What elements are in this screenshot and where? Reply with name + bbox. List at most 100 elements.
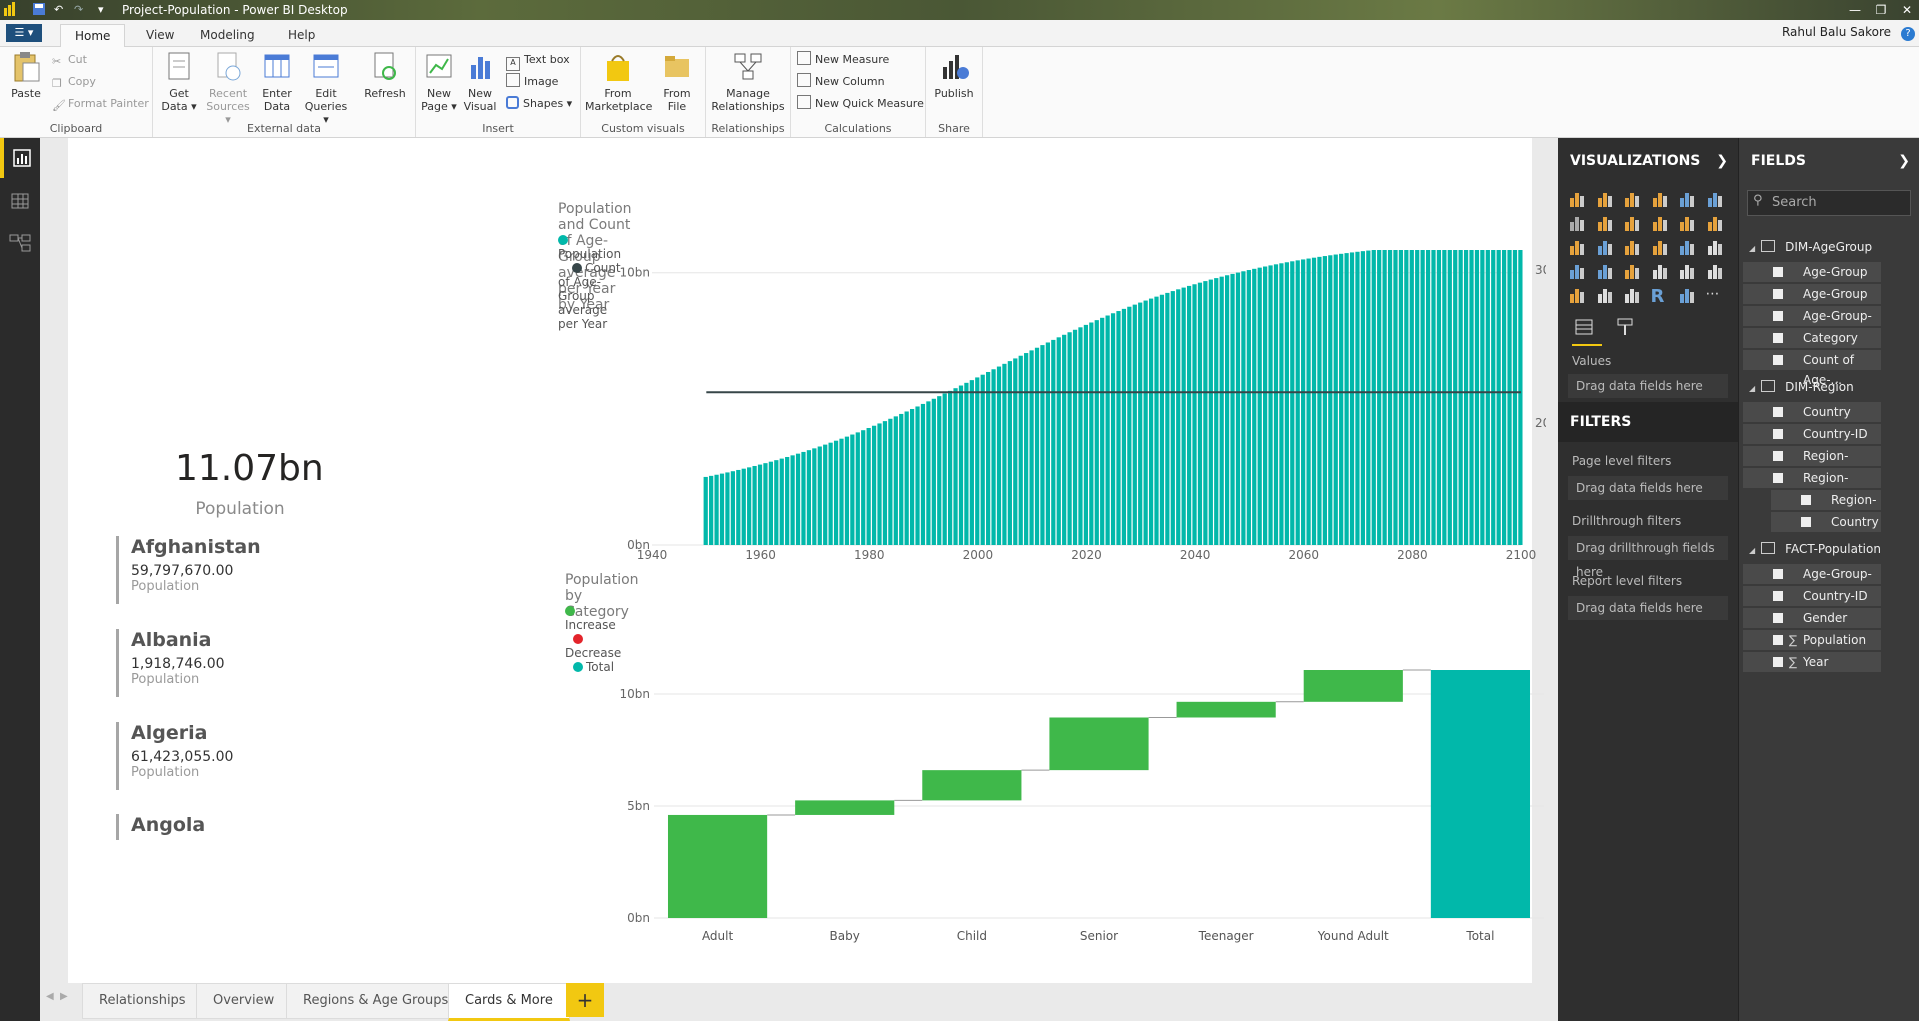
field-item[interactable]: Age-Group -...	[1743, 284, 1881, 321]
matrix-icon[interactable]	[1623, 286, 1643, 306]
user-name[interactable]: Rahul Balu Sakore	[1782, 25, 1891, 39]
paint-roller-icon[interactable]	[1614, 316, 1638, 344]
scroll-right-icon[interactable]: ▶	[60, 991, 68, 1002]
field-checkbox[interactable]	[1773, 267, 1783, 277]
field-item[interactable]: Age-Group-ID	[1743, 564, 1881, 601]
tab-home[interactable]: Home	[60, 24, 126, 48]
data-view-button[interactable]	[0, 182, 40, 222]
tab-help[interactable]: Help	[274, 24, 329, 46]
field-item[interactable]: Country-ID	[1743, 586, 1881, 606]
minimize-button[interactable]: —	[1843, 0, 1867, 20]
new-column-button[interactable]: New Column	[797, 73, 885, 91]
field-item[interactable]: Age-Group	[1743, 262, 1881, 282]
chevron-right-icon[interactable]: ❯	[1898, 138, 1910, 184]
drillthrough-dropzone[interactable]: Drag drillthrough fields here	[1568, 536, 1728, 579]
field-checkbox[interactable]	[1773, 569, 1783, 579]
funnel-icon[interactable]	[1596, 262, 1616, 282]
field-item[interactable]: Gender	[1743, 608, 1881, 628]
field-checkbox[interactable]	[1801, 517, 1811, 527]
pie-icon[interactable]	[1623, 238, 1643, 258]
field-checkbox[interactable]	[1773, 289, 1783, 299]
field-item[interactable]: Region-Name	[1771, 490, 1881, 527]
stacked-bar-icon[interactable]	[1568, 190, 1588, 210]
text-box-button[interactable]: A Text box	[506, 51, 570, 71]
field-table[interactable]: ◢ DIM-AgeGroup	[1749, 236, 1872, 258]
file-menu-button[interactable]: ☰ ▾	[6, 24, 42, 42]
collapse-icon[interactable]: ◢	[1749, 384, 1755, 393]
shapes-button[interactable]: Shapes ▾	[506, 95, 572, 113]
waterfall-icon[interactable]	[1568, 238, 1588, 258]
field-item[interactable]: Country	[1771, 512, 1881, 532]
field-item[interactable]: ∑ Population	[1743, 630, 1881, 650]
card-icon[interactable]	[1651, 262, 1671, 282]
treemap-icon[interactable]	[1678, 238, 1698, 258]
field-checkbox[interactable]	[1773, 407, 1783, 417]
field-checkbox[interactable]	[1773, 333, 1783, 343]
field-item[interactable]: ∑ Year	[1743, 652, 1881, 672]
field-checkbox[interactable]	[1773, 355, 1783, 365]
gauge-icon[interactable]	[1623, 262, 1643, 282]
collapse-icon[interactable]: ◢	[1749, 244, 1755, 253]
pct-bar-icon[interactable]	[1678, 190, 1698, 210]
clustered-column-icon[interactable]	[1651, 190, 1671, 210]
field-item[interactable]: Country-ID	[1743, 424, 1881, 444]
cut-button[interactable]: ✂ Cut	[52, 51, 87, 69]
edit-queries-button[interactable]: Edit Queries ▾	[303, 51, 349, 126]
save-icon[interactable]	[32, 2, 46, 18]
refresh-button[interactable]: Refresh	[363, 51, 407, 100]
field-item[interactable]: Region-Name...	[1743, 468, 1881, 505]
line-stacked-column-icon[interactable]	[1678, 214, 1698, 234]
area-icon[interactable]	[1596, 214, 1616, 234]
report-view-button[interactable]	[0, 138, 40, 178]
more-icon[interactable]: ⋯	[1706, 286, 1726, 306]
scroll-left-icon[interactable]: ◀	[46, 991, 54, 1002]
close-button[interactable]: ✕	[1895, 0, 1919, 20]
from-marketplace-button[interactable]: From Marketplace	[585, 51, 652, 113]
field-item[interactable]: Age-Group-ID	[1743, 306, 1881, 343]
field-checkbox[interactable]	[1801, 495, 1811, 505]
tab-view[interactable]: View	[132, 24, 188, 46]
multi-row-card-icon[interactable]	[1678, 262, 1698, 282]
r-visual-icon[interactable]: R	[1651, 286, 1671, 307]
field-checkbox[interactable]	[1773, 591, 1783, 601]
collapse-icon[interactable]: ◢	[1749, 546, 1755, 555]
field-checkbox[interactable]	[1773, 451, 1783, 461]
help-icon[interactable]: ?	[1901, 27, 1915, 41]
kpi-icon[interactable]	[1706, 262, 1726, 282]
field-item[interactable]: Region-Name	[1743, 446, 1881, 483]
redo-icon[interactable]: ↷	[74, 2, 83, 18]
new-visual-button[interactable]: New Visual	[462, 51, 498, 113]
manage-relationships-button[interactable]: Manage Relationships	[708, 51, 788, 113]
fields-tab-icon[interactable]	[1572, 316, 1602, 346]
fields-search-input[interactable]: Search	[1747, 190, 1911, 216]
scatter-icon[interactable]	[1596, 238, 1616, 258]
line-icon[interactable]	[1568, 214, 1588, 234]
customize-toolbar-icon[interactable]: ▾	[98, 2, 104, 18]
ribbon-icon[interactable]	[1706, 214, 1726, 234]
map-icon[interactable]	[1706, 238, 1726, 258]
enter-data-button[interactable]: Enter Data	[257, 51, 297, 113]
field-item[interactable]: Category	[1743, 328, 1881, 348]
tab-regions-age-groups[interactable]: Regions & Age Groups	[286, 983, 466, 1019]
new-measure-button[interactable]: New Measure	[797, 51, 889, 69]
undo-icon[interactable]: ↶	[54, 2, 63, 18]
field-checkbox[interactable]	[1773, 613, 1783, 623]
chevron-right-icon[interactable]: ❯	[1716, 138, 1728, 184]
image-button[interactable]: Image	[506, 73, 558, 91]
tab-overview[interactable]: Overview	[196, 983, 292, 1019]
get-data-button[interactable]: Get Data ▾	[159, 51, 199, 113]
field-item[interactable]: Country	[1743, 402, 1881, 422]
pct-column-icon[interactable]	[1706, 190, 1726, 210]
donut-icon[interactable]	[1651, 238, 1671, 258]
relationships-view-button[interactable]	[0, 222, 40, 262]
stacked-area-icon[interactable]	[1623, 214, 1643, 234]
line-column-icon[interactable]	[1651, 214, 1671, 234]
tab-modeling[interactable]: Modeling	[186, 24, 269, 46]
field-checkbox[interactable]	[1773, 635, 1783, 645]
stacked-column-icon[interactable]	[1596, 190, 1616, 210]
new-page-button[interactable]: New Page ▾	[420, 51, 458, 113]
add-page-button[interactable]: +	[566, 983, 604, 1017]
copy-button[interactable]: ❐ Copy	[52, 73, 96, 91]
page-filters-dropzone[interactable]: Drag data fields here	[1568, 476, 1728, 500]
field-table[interactable]: ◢ FACT-Population	[1749, 538, 1881, 560]
